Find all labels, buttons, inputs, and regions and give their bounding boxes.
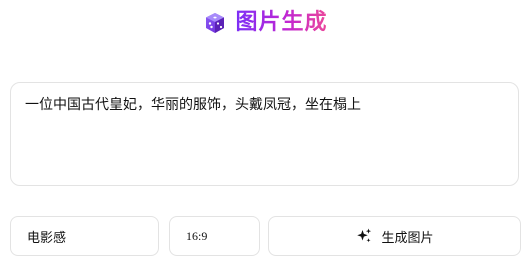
dice-icon [203,11,227,35]
style-select-value: 电影感 [27,230,67,246]
sparkles-icon [355,227,373,245]
image-generator-page: 图片生成 一位中国古代皇妃，华丽的服饰，头戴凤冠，坐在榻上 电影感 16:9 生… [0,0,531,262]
style-select[interactable]: 电影感 [10,216,159,256]
prompt-textarea[interactable]: 一位中国古代皇妃，华丽的服饰，头戴凤冠，坐在榻上 [10,82,519,186]
aspect-ratio-value: 16:9 [186,228,208,243]
prompt-text: 一位中国古代皇妃，华丽的服饰，头戴凤冠，坐在榻上 [25,97,361,113]
app-header: 图片生成 [0,8,531,38]
generate-button-label: 生成图片 [381,230,434,246]
aspect-ratio-select[interactable]: 16:9 [169,216,260,256]
generate-image-button[interactable]: 生成图片 [268,216,521,256]
generation-controls: 电影感 16:9 生成图片 [10,216,521,256]
page-title: 图片生成 [235,8,327,38]
